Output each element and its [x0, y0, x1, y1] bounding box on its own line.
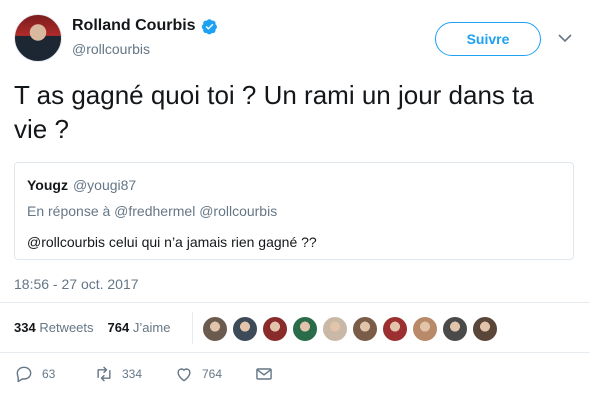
liker-avatar[interactable] — [322, 316, 348, 342]
likes-label: J’aime — [132, 320, 171, 335]
likes-stat[interactable]: 764 J’aime — [108, 320, 171, 335]
divider — [0, 302, 590, 303]
quoted-tweet-text: @rollcourbis celui qui n’a jamais rien g… — [27, 234, 317, 250]
stats-separator — [192, 312, 193, 344]
author-handle[interactable]: @rollcourbis — [72, 41, 150, 57]
tweet-actions: 63 334 764 — [14, 364, 274, 384]
liker-avatars — [202, 316, 498, 342]
direct-message-button[interactable] — [254, 364, 274, 384]
quoted-display-name: Yougz — [27, 177, 68, 193]
chevron-down-icon[interactable] — [557, 30, 573, 46]
retweet-button[interactable]: 334 — [94, 364, 174, 384]
reply-count: 63 — [42, 367, 56, 381]
retweet-icon — [97, 366, 111, 382]
tweet-text: T as gagné quoi toi ? Un rami un jour da… — [14, 80, 534, 144]
retweets-count: 334 — [14, 320, 36, 335]
envelope-icon — [256, 368, 272, 380]
author-name-row: Rolland Courbis — [72, 17, 218, 35]
author-avatar[interactable] — [14, 14, 62, 62]
likes-count: 764 — [107, 320, 130, 335]
liker-avatar[interactable] — [412, 316, 438, 342]
quoted-handle: @yougi87 — [72, 177, 137, 193]
quoted-tweet[interactable]: Yougz @yougi87 En réponse à @fredhermel … — [14, 162, 574, 260]
liker-avatar[interactable] — [382, 316, 408, 342]
divider — [0, 352, 590, 353]
retweet-count: 334 — [122, 367, 143, 381]
like-button[interactable]: 764 — [174, 364, 254, 384]
liker-avatar[interactable] — [442, 316, 468, 342]
tweet-stats: 334 Retweets 764 J’aime — [14, 320, 170, 335]
liker-avatar[interactable] — [352, 316, 378, 342]
author-display-name[interactable]: Rolland Courbis — [72, 17, 196, 35]
tweet-timestamp[interactable]: 18:56 - 27 oct. 2017 — [14, 276, 139, 292]
quoted-reply-context: En réponse à @fredhermel @rollcourbis — [27, 203, 278, 219]
liker-avatar[interactable] — [232, 316, 258, 342]
verified-badge-icon — [201, 18, 217, 34]
retweets-stat[interactable]: 334 Retweets — [14, 320, 94, 335]
heart-icon — [177, 368, 191, 382]
like-count: 764 — [202, 367, 223, 381]
reply-icon — [16, 366, 32, 383]
liker-avatar[interactable] — [202, 316, 228, 342]
retweets-label: Retweets — [39, 320, 94, 335]
liker-avatar[interactable] — [472, 316, 498, 342]
quoted-tweet-header: Yougz @yougi87 — [27, 177, 136, 193]
liker-avatar[interactable] — [262, 316, 288, 342]
follow-button[interactable]: Suivre — [435, 22, 541, 56]
liker-avatar[interactable] — [292, 316, 318, 342]
reply-button[interactable]: 63 — [14, 364, 94, 384]
